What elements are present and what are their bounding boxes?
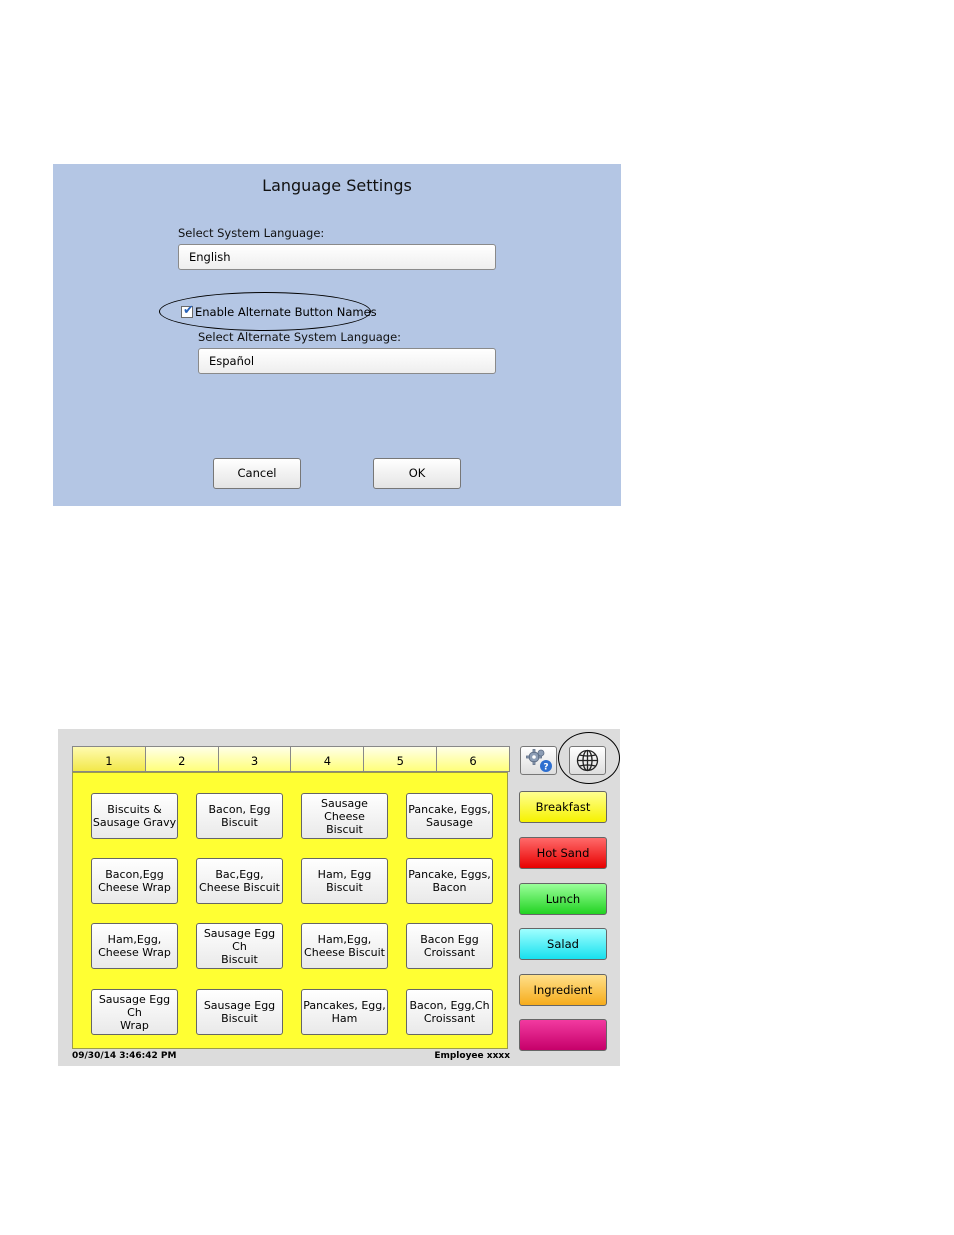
status-employee: Employee xxxx [434,1051,510,1061]
alternate-language-select[interactable]: Español [198,348,496,374]
menu-item-label: Sausage Egg Ch Biscuit [203,926,276,966]
menu-item-button[interactable]: Bacon, Egg Biscuit [196,793,283,839]
menu-item-button[interactable]: Bacon,Egg Cheese Wrap [91,858,178,904]
svg-text:?: ? [543,763,548,773]
page-tabs: 123456 [72,746,510,772]
menu-item-label: Bacon Egg Croissant [420,933,479,959]
settings-button[interactable]: ? [520,746,557,775]
tab-6[interactable]: 6 [436,746,510,772]
tab-2[interactable]: 2 [144,746,219,772]
category-salad-button[interactable]: Salad [519,928,607,960]
menu-item-button[interactable]: Sausage Egg Ch Biscuit [196,923,283,969]
status-datetime: 09/30/14 3:46:42 PM [72,1051,177,1061]
menu-item-button[interactable]: Bacon, Egg,Ch Croissant [406,989,493,1035]
menu-item-label: Sausage Egg Biscuit [203,999,276,1025]
menu-item-button[interactable]: Bac,Egg, Cheese Biscuit [196,858,283,904]
system-language-label: Select System Language: [178,226,325,240]
category-hot-sand-button[interactable]: Hot Sand [519,837,607,869]
menu-item-button[interactable]: Bacon Egg Croissant [406,923,493,969]
menu-item-label: Bacon,Egg Cheese Wrap [98,868,171,894]
system-language-select[interactable]: English [178,244,496,270]
menu-item-button[interactable]: Sausage Egg Ch Wrap [91,989,178,1035]
menu-item-label: Pancake, Eggs, Bacon [408,868,491,894]
menu-item-label: Bacon, Egg Biscuit [208,803,271,829]
category-breakfast-button[interactable]: Breakfast [519,791,607,823]
menu-item-label: Ham,Egg, Cheese Biscuit [304,933,385,959]
cancel-button[interactable]: Cancel [213,458,301,489]
menu-item-grid: Biscuits & Sausage Gravy Bacon, Egg Biscu… [72,772,508,1049]
language-settings-dialog: Language Settings Select System Language… [53,164,621,506]
menu-item-label: Pancake, Eggs, Sausage [408,803,491,829]
menu-item-button[interactable]: Ham,Egg, Cheese Wrap [91,923,178,969]
enable-alternate-checkbox[interactable]: ✔ [181,303,194,318]
menu-item-label: Sausage Egg Ch Wrap [98,992,171,1032]
tab-4[interactable]: 4 [290,746,365,772]
menu-item-button[interactable]: Pancake, Eggs, Bacon [406,858,493,904]
enable-alternate-row[interactable]: ✔ Enable Alternate Button Names [181,303,377,320]
tab-5[interactable]: 5 [363,746,438,772]
menu-item-label: Biscuits & Sausage Gravy [92,803,177,829]
alternate-language-label: Select Alternate System Language: [198,330,402,344]
globe-icon [576,749,599,772]
menu-item-button[interactable]: Pancake, Eggs, Sausage [406,793,493,839]
menu-item-button[interactable]: Sausage Cheese Biscuit [301,793,388,839]
menu-item-label: Ham, Egg Biscuit [317,868,372,894]
menu-item-button[interactable]: Biscuits & Sausage Gravy [91,793,178,839]
tab-1[interactable]: 1 [72,746,146,772]
menu-item-label: Sausage Cheese Biscuit [321,796,368,836]
menu-item-button[interactable]: Pancakes, Egg, Ham [301,989,388,1035]
menu-item-button[interactable]: Ham, Egg Biscuit [301,858,388,904]
ok-button[interactable]: OK [373,458,461,489]
enable-alternate-label: Enable Alternate Button Names [195,305,377,319]
pos-screen: 123456 Biscuits & Sausage Gravy Bacon, Eg… [58,729,620,1066]
category-lunch-button[interactable]: Lunch [519,883,607,915]
status-bar: 09/30/14 3:46:42 PM Employee xxxx [72,1051,510,1064]
gear-help-icon: ? [526,749,552,773]
category-ingredient-button[interactable]: Ingredient [519,974,607,1006]
menu-item-label: Ham,Egg, Cheese Wrap [98,933,171,959]
dialog-title: Language Settings [262,176,412,195]
checkmark-icon: ✔ [183,303,194,318]
category-blank-button[interactable] [519,1019,607,1051]
tab-3[interactable]: 3 [217,746,292,772]
language-button[interactable] [569,746,606,775]
menu-item-button[interactable]: Ham,Egg, Cheese Biscuit [301,923,388,969]
menu-item-label: Bacon, Egg,Ch Croissant [409,999,490,1025]
menu-item-label: Bac,Egg, Cheese Biscuit [199,868,280,894]
menu-item-button[interactable]: Sausage Egg Biscuit [196,989,283,1035]
menu-item-label: Pancakes, Egg, Ham [303,999,386,1025]
